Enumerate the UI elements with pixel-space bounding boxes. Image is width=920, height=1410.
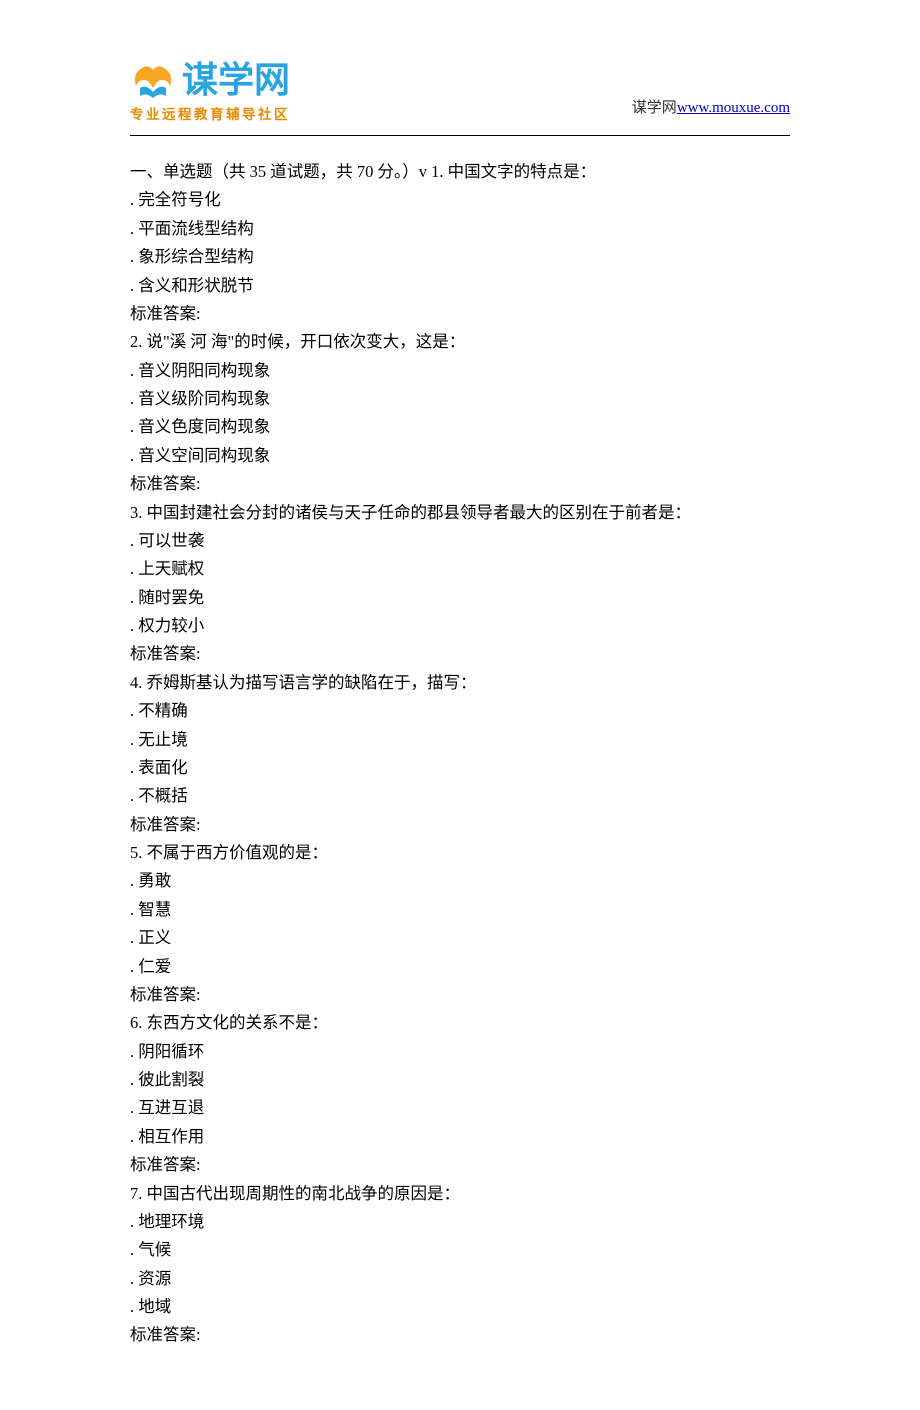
- question-option: 相互作用: [130, 1123, 790, 1151]
- question-option: 智慧: [130, 896, 790, 924]
- header-link[interactable]: www.mouxue.com: [677, 100, 790, 116]
- question-stem: 2. 说"溪 河 海"的时候，开口依次变大，这是：: [130, 328, 790, 356]
- question-option: 可以世袭: [130, 527, 790, 555]
- question-option: 仁爱: [130, 953, 790, 981]
- answer-label: 标准答案:: [130, 1151, 790, 1179]
- answer-label: 标准答案:: [130, 1321, 790, 1349]
- question-stem: 6. 东西方文化的关系不是：: [130, 1009, 790, 1037]
- answer-label: 标准答案:: [130, 811, 790, 839]
- question-option: 上天赋权: [130, 555, 790, 583]
- question-stem: 7. 中国古代出现周期性的南北战争的原因是：: [130, 1180, 790, 1208]
- question-option: 地理环境: [130, 1208, 790, 1236]
- question-option: 平面流线型结构: [130, 215, 790, 243]
- question-option: 音义色度同构现象: [130, 413, 790, 441]
- answer-label: 标准答案:: [130, 981, 790, 1009]
- document-body: 一、单选题（共 35 道试题，共 70 分。）v 1. 中国文字的特点是：完全符…: [130, 158, 790, 1350]
- question-option: 阴阳循环: [130, 1038, 790, 1066]
- question-option: 音义空间同构现象: [130, 442, 790, 470]
- question-stem: 5. 不属于西方价值观的是：: [130, 839, 790, 867]
- question-option: 不精确: [130, 697, 790, 725]
- answer-label: 标准答案:: [130, 640, 790, 668]
- question-option: 随时罢免: [130, 584, 790, 612]
- question-option: 勇敢: [130, 867, 790, 895]
- section-header: 一、单选题（共 35 道试题，共 70 分。）v 1. 中国文字的特点是：: [130, 158, 790, 186]
- answer-label: 标准答案:: [130, 300, 790, 328]
- logo-icon: [130, 60, 176, 100]
- header-divider: [130, 135, 790, 136]
- question-option: 资源: [130, 1265, 790, 1293]
- header-right-text: 谋学网: [632, 100, 677, 116]
- question-option: 音义级阶同构现象: [130, 385, 790, 413]
- logo-text: 谋学网: [182, 62, 290, 98]
- question-option: 不概括: [130, 782, 790, 810]
- question-option: 地域: [130, 1293, 790, 1321]
- question-option: 含义和形状脱节: [130, 272, 790, 300]
- question-option: 表面化: [130, 754, 790, 782]
- question-option: 完全符号化: [130, 186, 790, 214]
- logo: 谋学网 专业远程教育辅导社区: [130, 60, 290, 123]
- question-option: 正义: [130, 924, 790, 952]
- question-option: 互进互退: [130, 1094, 790, 1122]
- question-option: 权力较小: [130, 612, 790, 640]
- question-stem: 4. 乔姆斯基认为描写语言学的缺陷在于，描写：: [130, 669, 790, 697]
- question-option: 象形综合型结构: [130, 243, 790, 271]
- question-option: 音义阴阳同构现象: [130, 357, 790, 385]
- question-option: 无止境: [130, 726, 790, 754]
- answer-label: 标准答案:: [130, 470, 790, 498]
- question-option: 气候: [130, 1236, 790, 1264]
- page-header: 谋学网 专业远程教育辅导社区 谋学网www.mouxue.com: [130, 60, 790, 123]
- question-option: 彼此割裂: [130, 1066, 790, 1094]
- question-stem: 3. 中国封建社会分封的诸侯与天子任命的郡县领导者最大的区别在于前者是：: [130, 499, 790, 527]
- logo-subtitle: 专业远程教育辅导社区: [130, 103, 290, 123]
- header-link-block: 谋学网www.mouxue.com: [632, 96, 790, 123]
